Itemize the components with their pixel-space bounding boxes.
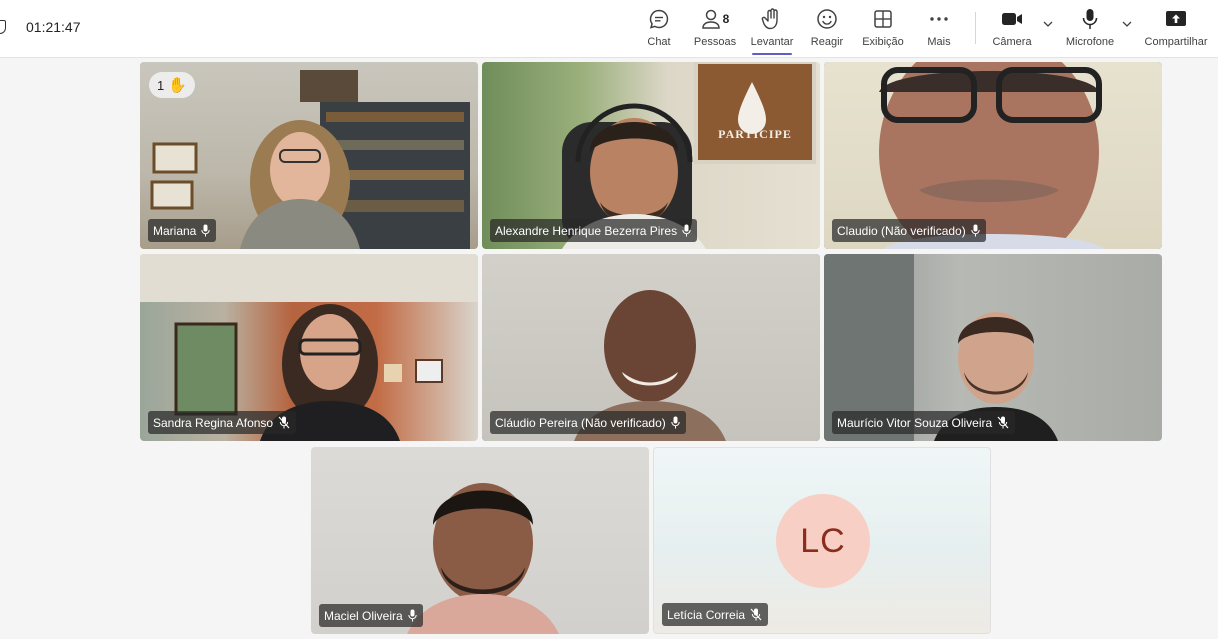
meeting-toolbar: 01:21:47 Chat 8 Pessoas Levantar Reagir … xyxy=(0,0,1218,58)
chat-icon xyxy=(648,6,670,32)
hand-icon xyxy=(761,6,783,32)
participant-tile[interactable]: Claudio (Não verificado) xyxy=(824,62,1162,249)
camera-icon xyxy=(1001,6,1023,32)
microphone-icon xyxy=(407,609,417,622)
participant-name: Claudio (Não verificado) xyxy=(837,223,966,238)
people-count: 8 xyxy=(722,12,730,26)
raise-hand-button[interactable]: Levantar xyxy=(750,6,794,55)
microphone-icon xyxy=(201,224,211,237)
people-label: Pessoas xyxy=(693,36,737,48)
microphone-muted-icon xyxy=(278,416,290,429)
more-dots-icon xyxy=(929,6,949,32)
nameplate: Claudio (Não verificado) xyxy=(832,219,986,242)
camera-label: Câmera xyxy=(992,36,1032,48)
share-button[interactable]: Compartilhar xyxy=(1144,6,1208,54)
microphone-icon xyxy=(971,224,980,237)
microphone-muted-icon xyxy=(750,608,762,621)
mic-options-chevron-icon[interactable] xyxy=(1122,20,1132,28)
people-icon: 8 xyxy=(701,6,730,32)
participant-tile[interactable]: Cláudio Pereira (Não verificado) xyxy=(482,254,820,441)
nameplate: Maurício Vitor Souza Oliveira xyxy=(832,411,1016,434)
raised-hand-badge: 1 ✋ xyxy=(149,72,195,98)
microphone-icon xyxy=(682,224,691,237)
participant-name: Sandra Regina Afonso xyxy=(153,415,274,430)
participant-name: Cláudio Pereira (Não verificado) xyxy=(495,415,666,430)
nameplate: Cláudio Pereira (Não verificado) xyxy=(490,411,686,434)
view-label: Exibição xyxy=(862,36,904,48)
nameplate: Letícia Correia xyxy=(662,603,769,626)
chat-label: Chat xyxy=(647,36,671,48)
microphone-muted-icon xyxy=(997,416,1009,429)
participant-name: Maciel Oliveira xyxy=(324,608,403,623)
participant-tile[interactable]: PARTICIPE Alexandre Henrique Bezerra Pir… xyxy=(482,62,820,249)
camera-options-chevron-icon[interactable] xyxy=(1043,20,1053,28)
participant-tile[interactable]: Maciel Oliveira xyxy=(311,447,649,634)
people-button[interactable]: 8 Pessoas xyxy=(693,6,737,54)
grid-view-icon xyxy=(873,6,893,32)
participant-name: Mariana xyxy=(153,223,197,238)
avatar: LC xyxy=(776,494,870,588)
nameplate: Mariana xyxy=(148,219,217,242)
microphone-icon xyxy=(1082,6,1098,32)
react-label: Reagir xyxy=(810,36,844,48)
participant-name: Maurício Vitor Souza Oliveira xyxy=(837,415,993,430)
participant-tile[interactable]: 1 ✋ Mariana xyxy=(140,62,478,249)
participant-tile[interactable]: LC Letícia Correia xyxy=(653,447,991,634)
nameplate: Alexandre Henrique Bezerra Pires xyxy=(490,219,698,242)
nameplate: Maciel Oliveira xyxy=(319,604,423,627)
microphone-button[interactable]: Microfone xyxy=(1064,6,1116,54)
share-label: Compartilhar xyxy=(1144,36,1208,48)
more-label: Mais xyxy=(927,36,951,48)
chat-button[interactable]: Chat xyxy=(646,6,672,54)
more-button[interactable]: Mais xyxy=(926,6,952,54)
smiley-icon xyxy=(816,6,838,32)
participant-tile[interactable]: Maurício Vitor Souza Oliveira xyxy=(824,254,1162,441)
share-icon xyxy=(1165,6,1187,32)
raised-hand-icon: ✋ xyxy=(168,77,187,94)
nameplate: Sandra Regina Afonso xyxy=(148,411,297,434)
view-button[interactable]: Exibição xyxy=(862,6,904,54)
participant-name: Letícia Correia xyxy=(667,607,746,622)
microphone-label: Microfone xyxy=(1065,36,1115,48)
meeting-timer: 01:21:47 xyxy=(26,19,81,35)
shield-icon xyxy=(0,20,6,34)
toolbar-divider xyxy=(975,12,976,44)
poster-text: PARTICIPE xyxy=(718,127,792,141)
raised-hand-count: 1 xyxy=(157,77,165,93)
participant-name: Alexandre Henrique Bezerra Pires xyxy=(495,223,678,238)
raise-hand-label: Levantar xyxy=(750,36,794,48)
camera-button[interactable]: Câmera xyxy=(992,6,1032,54)
microphone-icon xyxy=(671,416,680,429)
react-button[interactable]: Reagir xyxy=(810,6,844,54)
participant-tile[interactable]: Sandra Regina Afonso xyxy=(140,254,478,441)
